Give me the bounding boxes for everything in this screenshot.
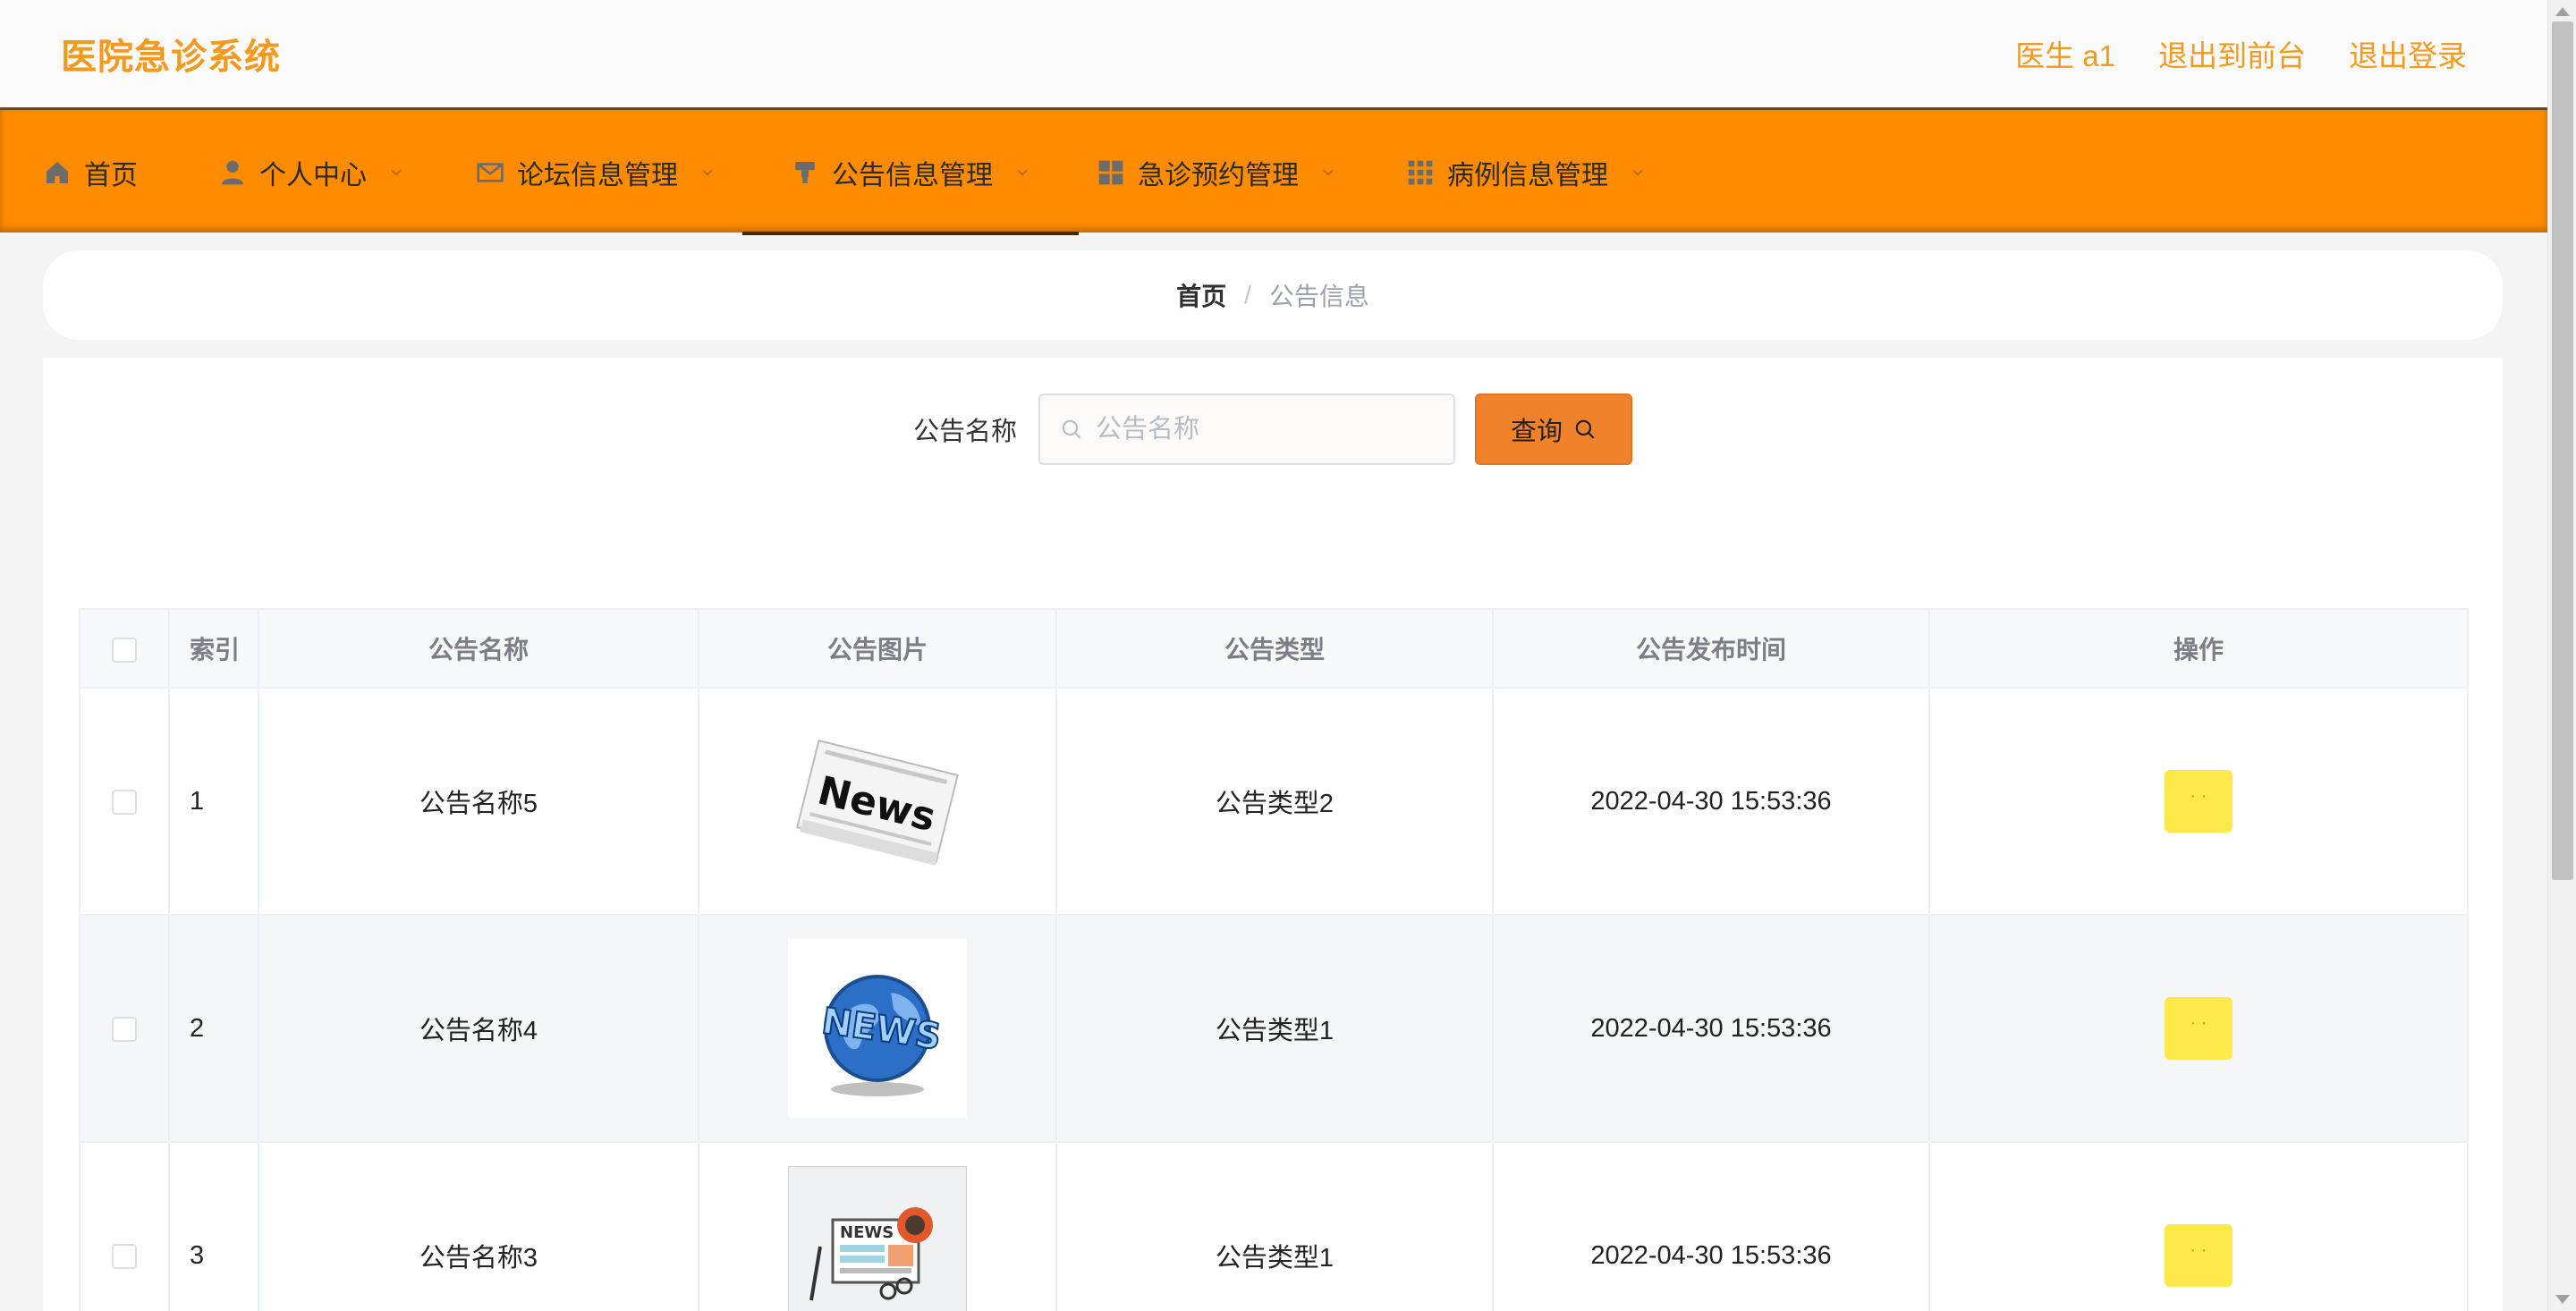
app-title: 医院急诊系统 (61, 38, 281, 77)
header-actions: 医生 a1 退出到前台 退出登录 (2015, 32, 2467, 75)
trophy-icon (795, 162, 815, 183)
chevron-down-icon (702, 169, 713, 176)
action-cell (1928, 914, 2469, 1143)
table-row: 2 公告名称4 NEWS 公告类型1 2022-04-30 15:53:36 (79, 914, 2469, 1143)
table-row: 3 公告名称3 NEWS 公告类型1 2022-04-30 15:53:36 ·… (79, 1141, 2469, 1311)
row-checkbox[interactable] (112, 1016, 137, 1042)
mail-icon (477, 163, 504, 182)
column-header: 公告发布时间 (1492, 608, 1930, 689)
nav-label: 论坛信息管理 (517, 161, 678, 190)
notice-table: 索引 公告名称 公告图片 公告类型 公告发布时间 操作 1 公告名称5 News… (79, 608, 2469, 1311)
nav-label: 公告信息管理 (832, 161, 993, 190)
nav-label: 首页 (84, 161, 138, 190)
breadcrumb-current: 公告信息 (1268, 283, 1369, 310)
nav-item-forum-management[interactable]: 论坛信息管理 (476, 110, 716, 235)
row-action-button[interactable] (2165, 997, 2233, 1060)
type-cell: 公告类型1 (1055, 1141, 1494, 1311)
table-icon (1408, 160, 1433, 185)
nav-item-personal-center[interactable]: 个人中心 (218, 110, 404, 235)
row-select-cell (79, 687, 170, 916)
search-icon (1062, 419, 1081, 439)
grid-icon (1098, 160, 1123, 185)
search-label: 公告名称 (912, 418, 1017, 446)
action-cell (1928, 1141, 2469, 1311)
index-cell: 2 (168, 914, 259, 1143)
time-cell: 2022-04-30 15:53:36 (1492, 1141, 1930, 1311)
chevron-down-icon (391, 169, 402, 176)
query-button[interactable]: 查询 (1475, 393, 1632, 465)
news-illustration-image[interactable]: NEWS (788, 1166, 967, 1311)
name-cell: 公告名称3 (258, 1141, 699, 1311)
image-cell: News (698, 687, 1057, 916)
nav-item-case-management[interactable]: 病例信息管理 (1406, 110, 1646, 235)
main-nav: 首页 个人中心 论坛信息管理 公告信息管理 急诊预约管理 病例信息管理 (0, 107, 2547, 235)
select-all-cell (79, 608, 170, 689)
breadcrumb-separator: / (1244, 281, 1251, 309)
current-user-link[interactable]: 医生 a1 (2015, 32, 2115, 75)
name-cell: 公告名称4 (258, 914, 699, 1143)
type-cell: 公告类型2 (1055, 687, 1494, 916)
query-button-label: 查询 (1510, 418, 1563, 446)
user-icon (222, 160, 243, 185)
content-panel: 公告名称 查询 索引 公告名称 公告图片 公告类型 公告发布时间 操作 (43, 358, 2503, 1311)
image-cell: NEWS (698, 914, 1057, 1143)
breadcrumb-home[interactable]: 首页 (1176, 277, 1226, 313)
action-cell (1928, 687, 2469, 916)
name-cell: 公告名称5 (258, 687, 699, 916)
row-checkbox[interactable] (112, 789, 137, 815)
nav-item-notice-management[interactable]: 公告信息管理 (742, 110, 1079, 235)
nav-item-home[interactable]: 首页 (43, 110, 138, 235)
table-header-row: 索引 公告名称 公告图片 公告类型 公告发布时间 操作 (79, 608, 2469, 689)
search-icon (1575, 419, 1595, 439)
nav-label: 个人中心 (259, 161, 367, 190)
globe-news-image[interactable]: NEWS (788, 939, 967, 1118)
table-row: 1 公告名称5 News 公告类型2 2022-04-30 15:53:36 (79, 687, 2469, 916)
chevron-down-icon (1017, 169, 1028, 176)
column-header: 公告图片 (698, 608, 1057, 689)
time-cell: 2022-04-30 15:53:36 (1492, 687, 1930, 916)
newspaper-news-image[interactable]: News (788, 712, 967, 891)
chevron-down-icon (1632, 169, 1643, 176)
type-cell: 公告类型1 (1055, 914, 1494, 1143)
index-cell: 1 (168, 687, 259, 916)
image-cell: NEWS (698, 1141, 1057, 1311)
row-action-button[interactable] (2165, 770, 2233, 833)
scroll-down-arrow-icon[interactable] (2555, 1295, 2570, 1304)
column-header: 操作 (1928, 608, 2469, 689)
column-header: 公告名称 (258, 608, 699, 689)
scroll-up-arrow-icon[interactable] (2555, 7, 2570, 16)
row-select-cell (79, 914, 170, 1143)
scrollbar-thumb[interactable] (2552, 21, 2573, 880)
column-header: 公告类型 (1055, 608, 1494, 689)
row-checkbox[interactable] (112, 1243, 137, 1269)
row-select-cell (79, 1141, 170, 1311)
nav-label: 病例信息管理 (1447, 161, 1608, 190)
row-action-button[interactable] (2165, 1224, 2233, 1287)
svg-text:NEWS: NEWS (840, 1223, 894, 1242)
index-cell: 3 (168, 1141, 259, 1311)
search-input[interactable] (1096, 414, 1436, 444)
nav-label: 急诊预约管理 (1138, 161, 1299, 190)
home-icon (47, 162, 68, 183)
search-bar: 公告名称 查询 (43, 393, 2503, 465)
page-scrollbar[interactable] (2547, 0, 2576, 1311)
search-field[interactable] (1038, 393, 1455, 465)
breadcrumb: 首页 / 公告信息 (43, 250, 2503, 340)
chevron-down-icon (1323, 169, 1334, 176)
nav-item-emergency-appointment[interactable]: 急诊预约管理 (1097, 110, 1336, 235)
time-cell: 2022-04-30 15:53:36 (1492, 914, 1930, 1143)
logout-link[interactable]: 退出登录 (2349, 32, 2467, 75)
exit-to-front-link[interactable]: 退出到前台 (2158, 32, 2306, 75)
column-header: 索引 (168, 608, 259, 689)
select-all-checkbox[interactable] (112, 637, 137, 663)
top-header: 医院急诊系统 医生 a1 退出到前台 退出登录 (0, 0, 2547, 107)
